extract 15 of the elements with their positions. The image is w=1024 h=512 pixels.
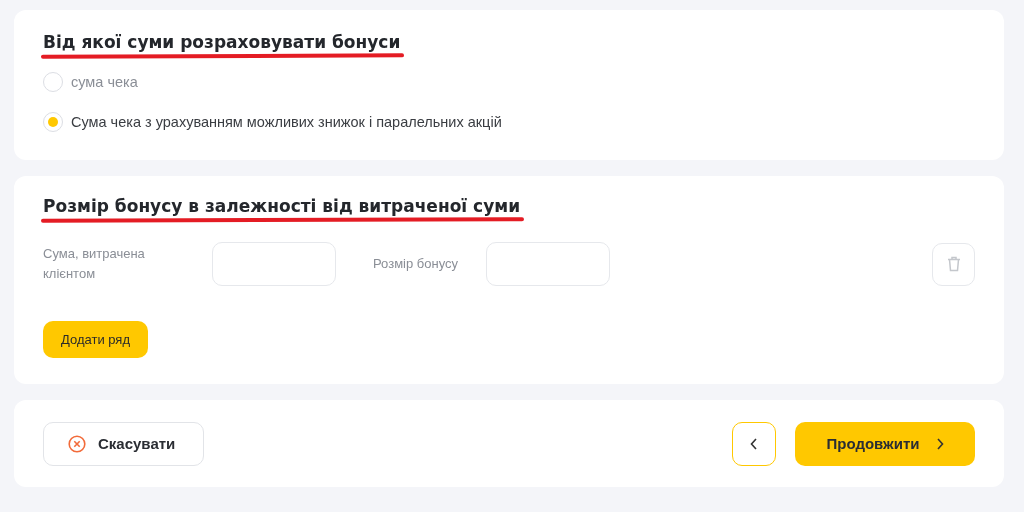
chevron-left-icon xyxy=(750,437,758,450)
radio-option[interactable]: Сума чека з урахуванням можливих знижок і паралельних акцій xyxy=(43,112,975,132)
close-icon xyxy=(68,434,86,453)
chevron-right-icon xyxy=(935,437,944,450)
field-label: Сума, витрачена клієнтом xyxy=(43,245,146,283)
continue-button[interactable]: Продовжити xyxy=(795,421,975,466)
section-title: Від якої суми розраховувати бонуси xyxy=(43,31,401,54)
add-row-button[interactable]: Додати ряд xyxy=(43,321,148,358)
section-title: Розмір бонусу в залежності від витраченої суми xyxy=(43,195,521,218)
cancel-button[interactable]: Скасувати xyxy=(43,421,205,466)
back-button[interactable] xyxy=(732,421,776,466)
field-label: Розмір бонусу xyxy=(373,255,460,273)
input-field[interactable] xyxy=(212,242,336,286)
input-field[interactable] xyxy=(486,242,610,286)
trash-icon xyxy=(946,256,961,272)
